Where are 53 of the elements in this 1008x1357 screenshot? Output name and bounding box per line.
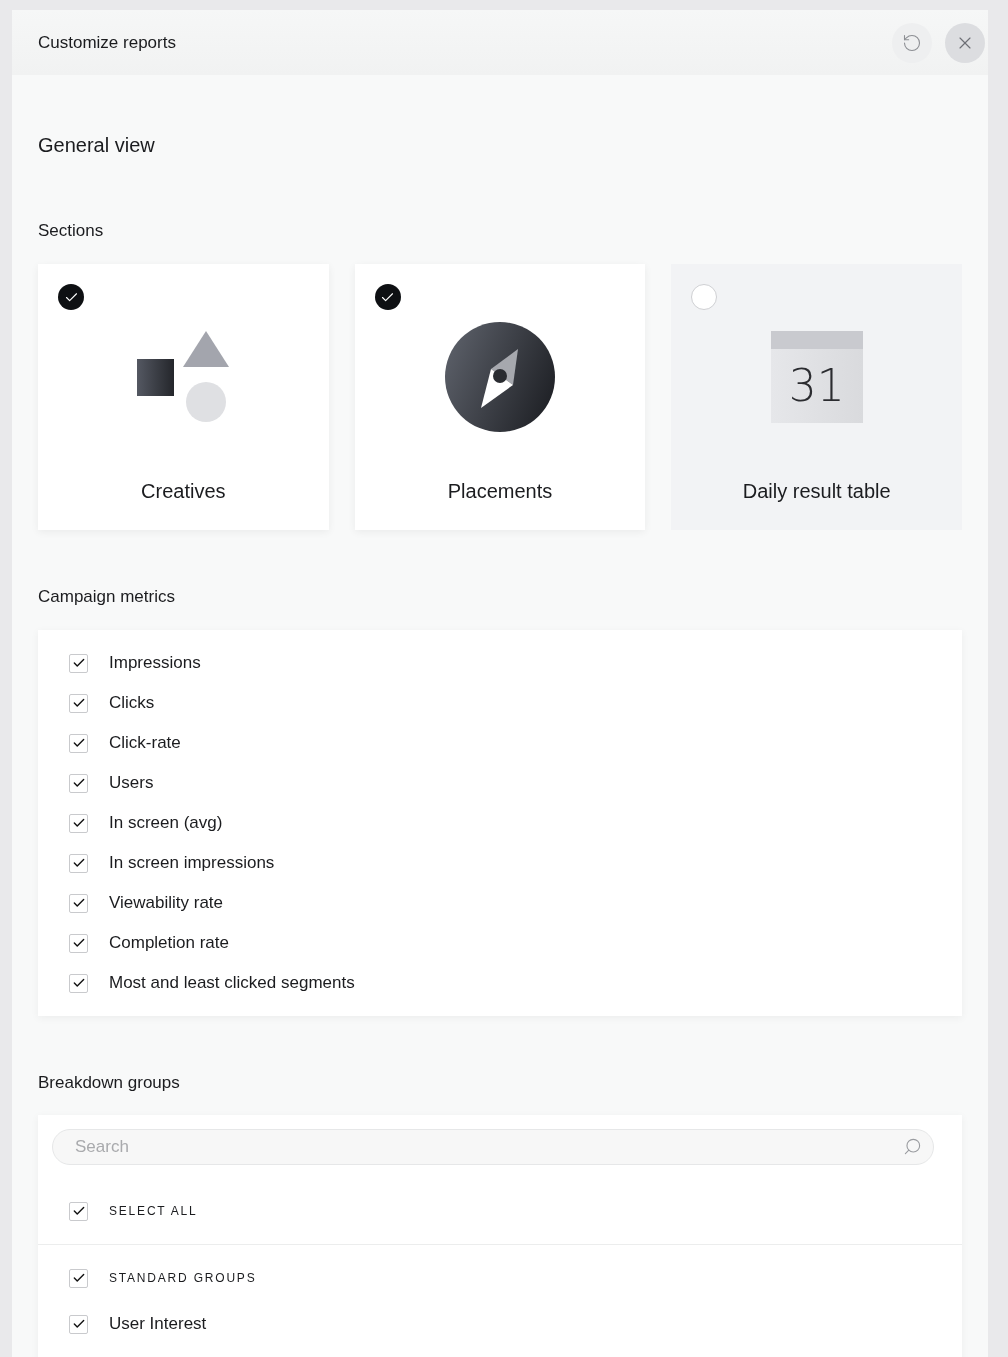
compass-icon <box>445 322 555 432</box>
reset-icon <box>902 32 922 53</box>
group-label: STANDARD GROUPS <box>109 1270 257 1287</box>
check-icon <box>71 736 86 750</box>
check-icon <box>71 1204 86 1218</box>
metric-label: Viewability rate <box>109 892 224 915</box>
group-heading: Breakdown groups <box>38 1072 180 1094</box>
checkbox[interactable] <box>69 893 88 913</box>
metric-label: Most and least clicked segments <box>109 972 355 995</box>
check-icon <box>71 696 86 710</box>
check-icon <box>71 896 86 910</box>
search-icon <box>903 1137 922 1156</box>
shapes-icon <box>136 331 230 423</box>
check-icon <box>71 1271 86 1285</box>
metric-label: Impressions <box>109 652 201 675</box>
section-label: Placements <box>447 479 553 504</box>
metric-label: Completion rate <box>109 932 229 955</box>
section-heading: General view <box>38 133 155 158</box>
metric-label: Clicks <box>109 692 155 715</box>
checkbox[interactable] <box>69 933 88 953</box>
dialog-title: Customize reports <box>38 31 176 54</box>
checkbox[interactable] <box>69 813 88 833</box>
check-icon <box>71 1317 86 1331</box>
metric-label: Click-rate <box>109 732 181 755</box>
calendar-date: 31 <box>788 364 845 408</box>
select-all-label: SELECT ALL <box>109 1203 198 1220</box>
metric-label: In screen impressions <box>109 852 275 875</box>
section-label: Daily result table <box>742 479 891 504</box>
group-heading: Sections <box>38 220 104 242</box>
checkbox[interactable] <box>69 1201 88 1221</box>
check-icon <box>71 976 86 990</box>
check-icon <box>71 856 86 870</box>
checkbox[interactable] <box>69 973 88 993</box>
checkbox[interactable] <box>69 653 88 673</box>
check-icon <box>71 776 86 790</box>
checkbox[interactable] <box>69 693 88 713</box>
checkbox[interactable] <box>69 1268 88 1288</box>
section-card[interactable]: Creatives <box>38 264 329 530</box>
checkbox[interactable] <box>69 773 88 793</box>
checkbox[interactable] <box>69 733 88 753</box>
item-label: User Interest <box>109 1313 207 1336</box>
check-icon <box>71 656 86 670</box>
checkbox[interactable] <box>69 853 88 873</box>
search-field[interactable]: Search <box>52 1129 934 1165</box>
section-label: Creatives <box>141 479 226 504</box>
group-heading: Campaign metrics <box>38 586 175 608</box>
section-card[interactable]: 31 Daily result table <box>671 264 962 530</box>
metric-label: Users <box>109 772 154 795</box>
check-icon <box>71 936 86 950</box>
check-icon <box>71 816 86 830</box>
section-card[interactable]: Placements <box>354 264 646 530</box>
metric-label: In screen (avg) <box>109 812 223 835</box>
checkbox[interactable] <box>69 1314 88 1334</box>
